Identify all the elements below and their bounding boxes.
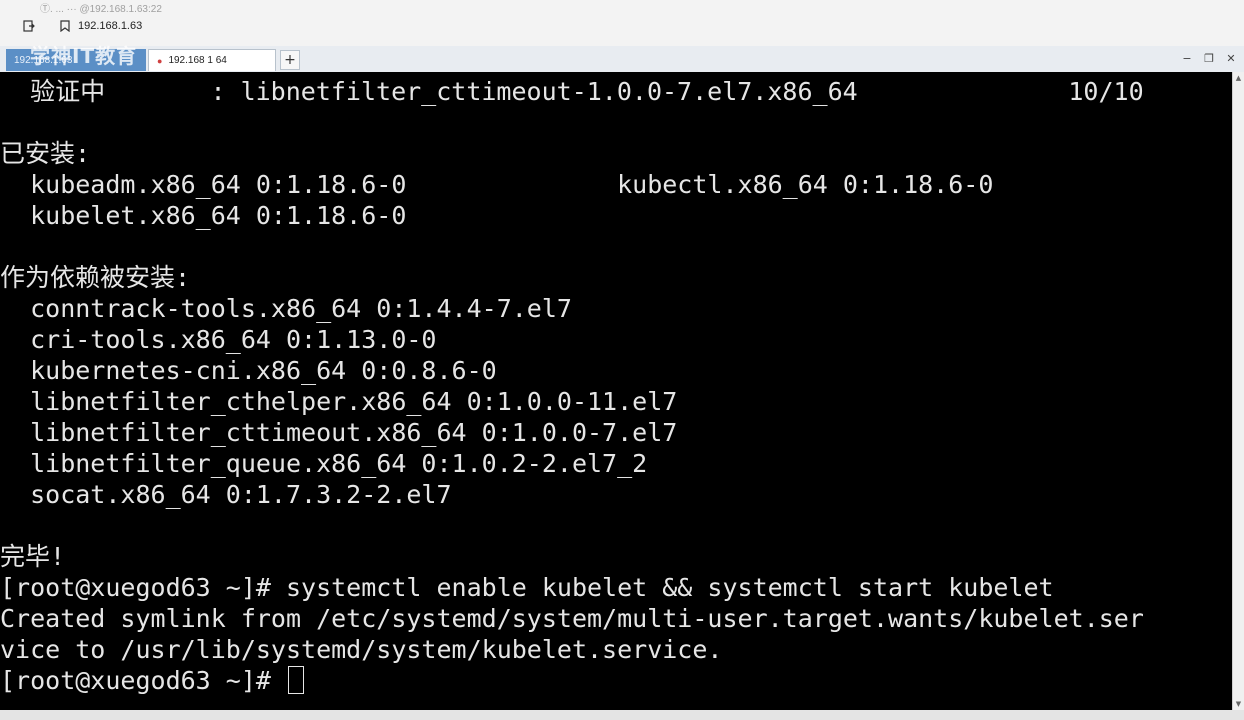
terminal-line: libnetfilter_cthelper.x86_64 0:1.0.0-11.… xyxy=(0,387,678,416)
shell-prompt: [root@xuegod63 ~]# xyxy=(0,666,286,695)
window-controls: − ❐ ✕ xyxy=(1180,50,1238,66)
vertical-scrollbar[interactable]: ▲ ▼ xyxy=(1232,72,1244,710)
terminal-line: kubelet.x86_64 0:1.18.6-0 xyxy=(0,201,407,230)
terminal-line: [root@xuegod63 ~]# systemctl enable kube… xyxy=(0,573,1054,602)
scroll-up-icon[interactable]: ▲ xyxy=(1233,72,1244,84)
terminal-line: 已安装: xyxy=(0,139,91,168)
terminal-line: 验证中 : libnetfilter_cttimeout-1.0.0-7.el7… xyxy=(0,77,1144,106)
scroll-down-icon[interactable]: ▼ xyxy=(1233,698,1244,710)
restore-icon[interactable]: ❐ xyxy=(1202,50,1216,66)
faded-title-text: Ⓣ. ... ··· @192.168.1.63:22 xyxy=(40,4,162,15)
tab-session-64[interactable]: ● 192.168 1 64 xyxy=(148,49,276,71)
tab-strip: 192.168.1.63 ● 192.168 1 64 + − ❐ ✕ xyxy=(0,46,1244,73)
back-page-icon[interactable] xyxy=(22,19,36,33)
browser-toolbar: Ⓣ. ... ··· @192.168.1.63:22 192.168.1.63 xyxy=(0,0,1244,47)
terminal-line: libnetfilter_cttimeout.x86_64 0:1.0.0-7.… xyxy=(0,418,678,447)
address-text[interactable]: 192.168.1.63 xyxy=(78,20,142,32)
terminal-line: conntrack-tools.x86_64 0:1.4.4-7.el7 xyxy=(0,294,572,323)
terminal-line: kubeadm.x86_64 0:1.18.6-0 kubectl.x86_64… xyxy=(0,170,994,199)
text-cursor xyxy=(287,666,304,694)
red-dot-icon: ● xyxy=(157,55,163,66)
close-icon[interactable]: ✕ xyxy=(1224,50,1238,66)
status-bar xyxy=(0,710,1244,720)
terminal-screen[interactable]: 验证中 : libnetfilter_cttimeout-1.0.0-7.el7… xyxy=(0,72,1232,710)
tab-label: 192.168 1 64 xyxy=(168,55,227,66)
minimize-icon[interactable]: − xyxy=(1180,50,1194,66)
terminal-line: 作为依赖被安装: xyxy=(0,263,191,292)
terminal-line: Created symlink from /etc/systemd/system… xyxy=(0,604,1144,633)
brand-watermark: 学神IT教育 xyxy=(30,44,138,68)
new-tab-button[interactable]: + xyxy=(280,50,300,70)
terminal-line: libnetfilter_queue.x86_64 0:1.0.2-2.el7_… xyxy=(0,449,648,478)
bookmark-icon[interactable] xyxy=(58,19,72,33)
terminal-line: kubernetes-cni.x86_64 0:0.8.6-0 xyxy=(0,356,497,385)
terminal-line: socat.x86_64 0:1.7.3.2-2.el7 xyxy=(0,480,452,509)
terminal-line: cri-tools.x86_64 0:1.13.0-0 xyxy=(0,325,437,354)
terminal-line: vice to /usr/lib/systemd/system/kubelet.… xyxy=(0,635,723,664)
terminal-line: 完毕! xyxy=(0,542,66,571)
address-row: 192.168.1.63 xyxy=(0,14,1244,38)
terminal-prompt-line[interactable]: [root@xuegod63 ~]# xyxy=(0,666,304,696)
